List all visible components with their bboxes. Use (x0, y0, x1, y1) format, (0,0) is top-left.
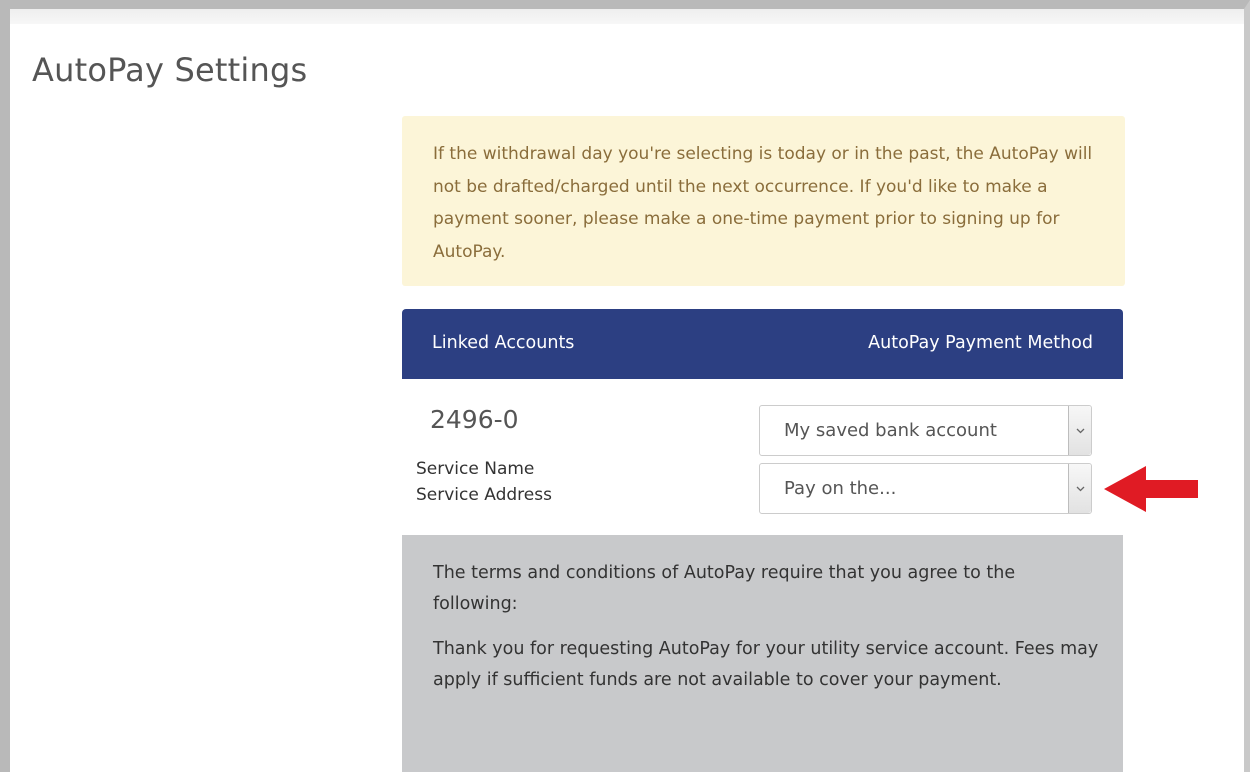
page-title: AutoPay Settings (32, 51, 308, 89)
top-band (10, 9, 1244, 24)
service-name: Service Name (416, 459, 535, 479)
terms-body: Thank you for requesting AutoPay for you… (433, 639, 1099, 690)
linked-accounts-header: Linked Accounts AutoPay Payment Method (402, 309, 1123, 379)
header-payment-method: AutoPay Payment Method (868, 333, 1093, 353)
pay-day-value: Pay on the... (784, 478, 897, 499)
service-address: Service Address (416, 485, 552, 505)
red-left-arrow-icon (1100, 460, 1200, 520)
account-number: 2496-0 (430, 405, 519, 434)
payment-method-select[interactable]: My saved bank account (759, 405, 1092, 456)
terms-and-conditions: The terms and conditions of AutoPay requ… (402, 535, 1123, 772)
chevron-down-icon[interactable] (1068, 464, 1091, 513)
account-row: 2496-0 Service Name Service Address My s… (402, 379, 1123, 535)
payment-method-value: My saved bank account (784, 420, 997, 441)
alert-text: If the withdrawal day you're selecting i… (433, 144, 1093, 262)
chevron-down-icon[interactable] (1068, 406, 1091, 455)
pay-day-select[interactable]: Pay on the... (759, 463, 1092, 514)
header-linked-accounts: Linked Accounts (432, 333, 575, 353)
autopay-warning-alert: If the withdrawal day you're selecting i… (402, 116, 1125, 286)
terms-intro: The terms and conditions of AutoPay requ… (433, 563, 1016, 614)
